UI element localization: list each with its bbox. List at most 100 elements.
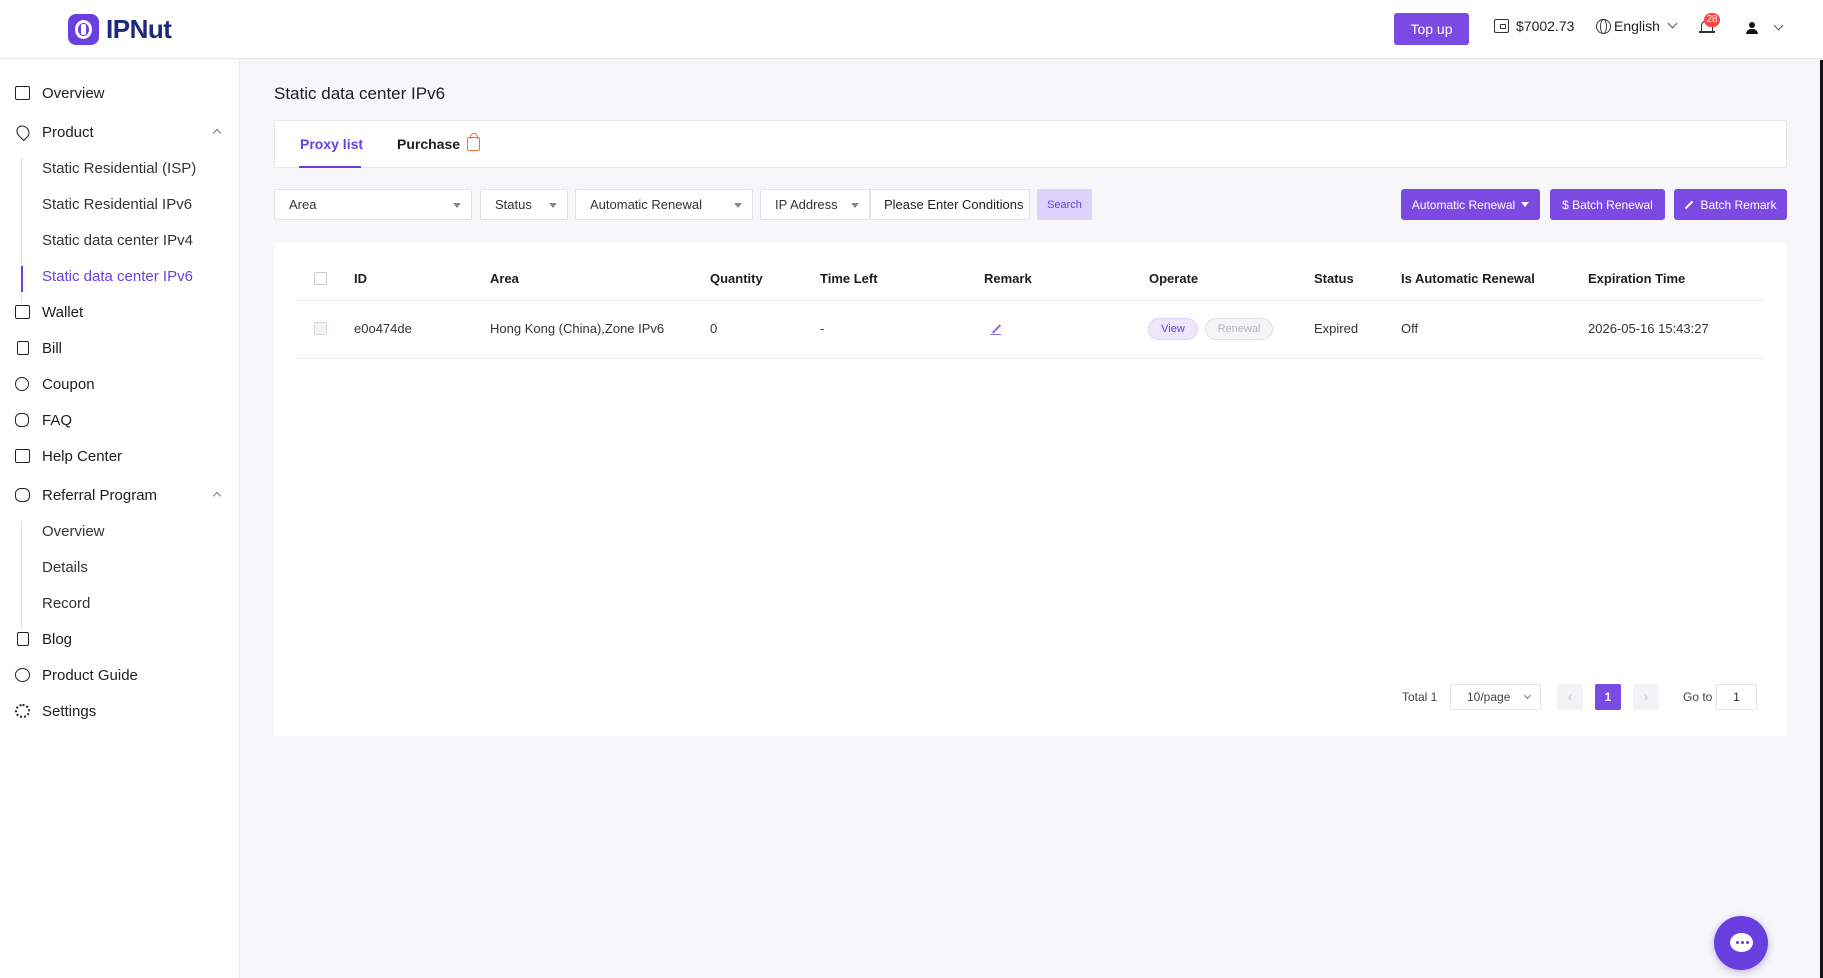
- chevron-up-icon[interactable]: [212, 491, 222, 501]
- top-header: IPNut Top up $7002.73 English 28: [0, 0, 1823, 59]
- tab-purchase[interactable]: Purchase: [397, 136, 460, 152]
- page-number-current[interactable]: 1: [1595, 684, 1621, 710]
- batch-renewal-button[interactable]: $ Batch Renewal: [1550, 189, 1665, 220]
- caret-down-icon: [453, 203, 461, 208]
- sidebar-item-faq[interactable]: FAQ: [0, 405, 240, 435]
- gear-icon: [15, 704, 30, 718]
- coupon-icon: [15, 377, 29, 391]
- proxy-table: ID Area Quantity Time Left Remark Operat…: [274, 243, 1787, 736]
- chevron-up-icon[interactable]: [212, 128, 222, 138]
- notification-badge: 28: [1704, 13, 1720, 27]
- goto-label: Go to: [1683, 690, 1713, 704]
- top-up-button[interactable]: Top up: [1394, 13, 1469, 45]
- view-button[interactable]: View: [1148, 318, 1198, 340]
- pagination-total: Total 1: [1402, 690, 1438, 704]
- status-filter-label: Status: [495, 197, 532, 212]
- edit-remark-underline: [990, 334, 1001, 335]
- sidebar-item-label: Blog: [42, 630, 73, 648]
- bill-icon: [17, 341, 29, 355]
- location-pin-icon: [13, 122, 33, 142]
- page-title: Static data center IPv6: [274, 84, 446, 103]
- renewal-button[interactable]: Renewal: [1205, 318, 1273, 340]
- brand-name: IPNut: [106, 13, 172, 44]
- sidebar-subitem-static-datacenter-ipv6[interactable]: Static data center IPv6: [42, 268, 193, 285]
- batch-remark-label: Batch Remark: [1700, 197, 1777, 212]
- auto-renewal-dropdown-button[interactable]: Automatic Renewal: [1401, 189, 1540, 220]
- batch-remark-button[interactable]: Batch Remark: [1674, 189, 1787, 220]
- area-filter[interactable]: Area: [274, 189, 472, 220]
- caret-down-icon: [1521, 202, 1530, 207]
- faq-icon: [15, 413, 29, 427]
- edit-icon: [1685, 200, 1694, 209]
- select-all-checkbox[interactable]: [314, 272, 327, 285]
- status-filter[interactable]: Status: [480, 189, 568, 220]
- row-divider: [296, 358, 1764, 359]
- cell-quantity: 0: [710, 321, 718, 336]
- column-header-quantity: Quantity: [710, 271, 763, 286]
- sidebar-item-bill[interactable]: Bill: [0, 333, 240, 363]
- tabs-bar: Proxy list Purchase: [274, 120, 1787, 168]
- sidebar-subitem-referral-record[interactable]: Record: [42, 595, 90, 612]
- condition-search-input[interactable]: [870, 189, 1030, 220]
- compass-icon: [15, 668, 30, 682]
- goto-page-input[interactable]: [1716, 684, 1757, 710]
- auto-renewal-filter-label: Automatic Renewal: [590, 197, 702, 212]
- sidebar-item-product[interactable]: Product: [0, 117, 240, 147]
- sidebar-item-label: Coupon: [42, 375, 95, 393]
- blog-icon: [17, 632, 29, 646]
- sidebar-subitem-static-residential-isp[interactable]: Static Residential (ISP): [42, 160, 196, 177]
- prev-page-button[interactable]: ‹: [1557, 684, 1583, 710]
- caret-down-icon: [851, 203, 859, 208]
- sidebar-item-label: Bill: [42, 339, 63, 357]
- column-header-area: Area: [490, 271, 519, 286]
- page-size-label: 10/page: [1467, 690, 1511, 704]
- cell-id: e0o474de: [354, 321, 412, 336]
- avatar[interactable]: [1740, 16, 1764, 40]
- chat-support-button[interactable]: [1714, 916, 1768, 970]
- row-checkbox[interactable]: [314, 322, 327, 335]
- sidebar-subitem-static-residential-ipv6[interactable]: Static Residential IPv6: [42, 196, 192, 213]
- language-selector[interactable]: English: [1596, 18, 1678, 34]
- next-page-button[interactable]: ›: [1633, 684, 1659, 710]
- chevron-down-icon: [1667, 18, 1678, 29]
- ip-type-label: IP Address: [775, 197, 838, 212]
- balance-value: $7002.73: [1516, 18, 1575, 34]
- balance-display[interactable]: $7002.73: [1494, 18, 1574, 34]
- column-header-id: ID: [354, 271, 367, 286]
- cell-status: Expired: [1314, 321, 1359, 336]
- cell-expiration: 2026-05-16 15:43:27: [1588, 321, 1709, 336]
- wallet-icon: [1494, 19, 1509, 33]
- active-indicator: [21, 266, 23, 292]
- page-size-select[interactable]: 10/page: [1450, 684, 1541, 710]
- edit-remark-icon[interactable]: [991, 324, 1002, 334]
- brand-logo[interactable]: IPNut: [68, 13, 172, 45]
- area-filter-label: Area: [289, 197, 317, 212]
- sidebar-item-help-center[interactable]: Help Center: [0, 441, 240, 471]
- ip-type-select[interactable]: IP Address: [760, 189, 870, 220]
- sidebar-item-label: Product Guide: [42, 666, 138, 684]
- search-button[interactable]: Search: [1037, 189, 1092, 220]
- tab-proxy-list[interactable]: Proxy list: [300, 136, 363, 152]
- sidebar-item-product-guide[interactable]: Product Guide: [0, 660, 240, 690]
- shopping-bag-icon: [467, 133, 480, 151]
- sidebar-item-label: Referral Program: [42, 486, 158, 504]
- sidebar-item-blog[interactable]: Blog: [0, 624, 240, 654]
- sidebar-item-coupon[interactable]: Coupon: [0, 369, 240, 399]
- column-header-auto-renewal: Is Automatic Renewal: [1401, 271, 1535, 286]
- chevron-down-icon[interactable]: [1773, 20, 1784, 31]
- chevron-down-icon: [1523, 691, 1532, 700]
- sidebar: Overview Product Static Residential (ISP…: [0, 60, 240, 978]
- sidebar-item-settings[interactable]: Settings: [0, 696, 240, 726]
- column-header-operate: Operate: [1149, 271, 1199, 286]
- sidebar-item-overview[interactable]: Overview: [0, 78, 240, 108]
- cell-area: Hong Kong (China),Zone IPv6: [490, 321, 665, 336]
- sidebar-subitem-static-datacenter-ipv4[interactable]: Static data center IPv4: [42, 232, 193, 249]
- sidebar-subitem-referral-overview[interactable]: Overview: [42, 523, 105, 540]
- column-header-time-left: Time Left: [820, 271, 878, 286]
- auto-renewal-filter[interactable]: Automatic Renewal: [575, 189, 753, 220]
- sidebar-subitem-referral-details[interactable]: Details: [42, 559, 88, 576]
- sidebar-item-referral-program[interactable]: Referral Program: [0, 480, 240, 510]
- sidebar-item-wallet[interactable]: Wallet: [0, 297, 240, 327]
- help-center-icon: [15, 449, 30, 463]
- column-header-expiration: Expiration Time: [1588, 271, 1686, 286]
